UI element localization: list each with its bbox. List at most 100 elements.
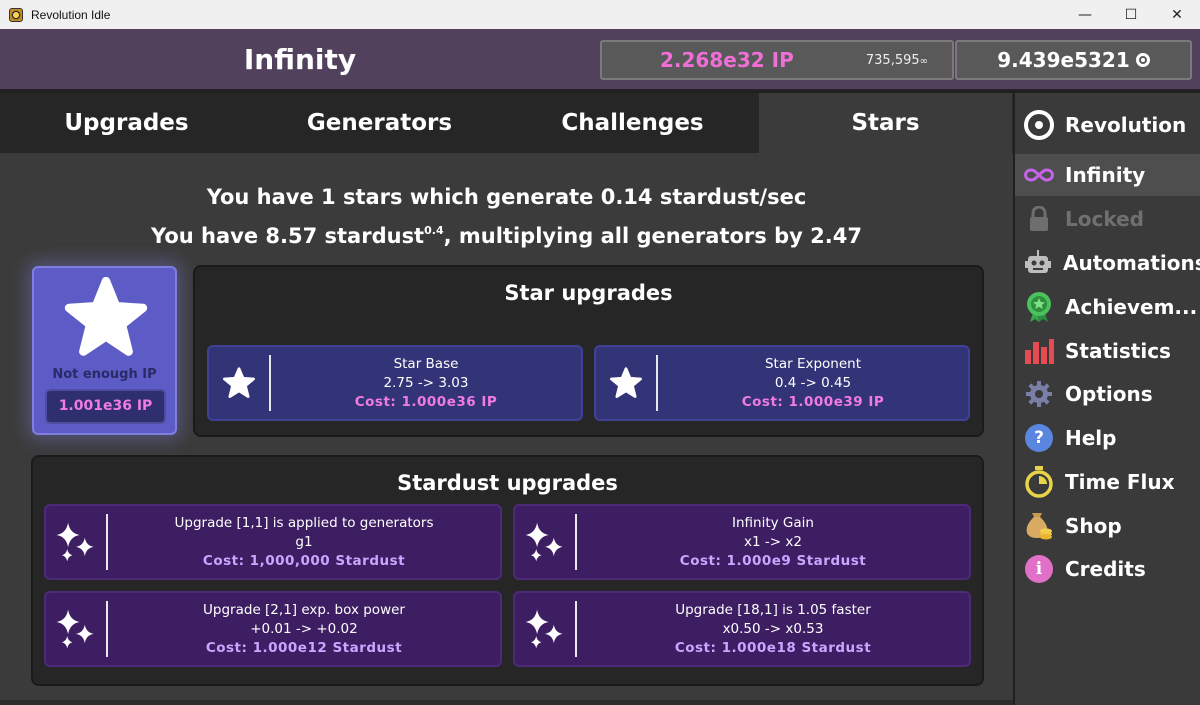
star-upgrades-panel: Star upgrades Star Base 2.75 -> 3.03 Cos… xyxy=(193,265,984,437)
upgrade-effect: 2.75 -> 3.03 xyxy=(383,374,469,391)
tab-challenges[interactable]: Challenges xyxy=(506,93,759,153)
upgrade-name: Upgrade [18,1] is 1.05 faster xyxy=(675,601,871,618)
sidebar-item-label: Time Flux xyxy=(1065,470,1175,494)
star-upgrade-card[interactable]: Star Base 2.75 -> 3.03 Cost: 1.000e36 IP xyxy=(207,345,583,421)
robot-icon xyxy=(1024,248,1052,278)
upgrade-effect: g1 xyxy=(295,533,313,550)
upgrade-name: Upgrade [2,1] exp. box power xyxy=(203,601,405,618)
upgrade-icon-box xyxy=(596,355,658,411)
sparkles-icon xyxy=(56,522,94,562)
sparkles-icon xyxy=(525,609,563,649)
sidebar-item-locked: Locked xyxy=(1015,198,1200,240)
text: , multiplying all generators by xyxy=(443,224,811,248)
sidebar-item-help[interactable]: ? Help xyxy=(1015,417,1200,459)
sidebar-item-credits[interactable]: i Credits xyxy=(1015,548,1200,590)
text: which generate xyxy=(402,185,601,209)
tab-generators[interactable]: Generators xyxy=(253,93,506,153)
stardust-summary: You have 8.57 stardust0.4, multiplying a… xyxy=(0,224,1013,248)
upgrade-icon-box xyxy=(515,601,577,657)
bottom-strip xyxy=(0,700,1013,705)
sidebar-item-label: Help xyxy=(1065,426,1117,450)
star-icon xyxy=(610,367,642,398)
sidebar-item-options[interactable]: Options xyxy=(1015,373,1200,415)
star-upgrade-card[interactable]: Star Exponent 0.4 -> 0.45 Cost: 1.000e39… xyxy=(594,345,970,421)
upgrade-effect: x0.50 -> x0.53 xyxy=(722,620,824,637)
upgrade-cost: Cost: 1.000e36 IP xyxy=(354,393,498,410)
app-icon xyxy=(9,7,23,22)
sparkles-icon xyxy=(56,609,94,649)
text: You have xyxy=(151,224,266,248)
sidebar-item-label: Options xyxy=(1065,382,1153,406)
window-titlebar: Revolution Idle — ☐ ✕ xyxy=(0,0,1200,29)
close-button[interactable]: ✕ xyxy=(1154,0,1200,29)
star-upgrades-title: Star upgrades xyxy=(504,281,673,305)
stardust-upgrade-card[interactable]: Infinity Gain x1 -> x2 Cost: 1.000e9 Sta… xyxy=(513,504,971,580)
upgrade-text: Upgrade [1,1] is applied to generators g… xyxy=(108,514,500,571)
ring-icon xyxy=(1024,110,1054,140)
stardust-upgrades-panel: Stardust upgrades Upgrade [1,1] is appli… xyxy=(31,455,984,686)
infinity-small-icon: ∞ xyxy=(919,55,928,67)
bar-chart-icon xyxy=(1024,336,1054,366)
upgrade-cost: Cost: 1.000e9 Stardust xyxy=(679,552,867,569)
stardust-upgrade-card[interactable]: Upgrade [1,1] is applied to generators g… xyxy=(44,504,502,580)
tab-stars[interactable]: Stars xyxy=(759,93,1012,153)
upgrade-text: Star Base 2.75 -> 3.03 Cost: 1.000e36 IP xyxy=(271,355,581,412)
sidebar-item-shop[interactable]: Shop xyxy=(1015,505,1200,547)
sidebar-item-label: Statistics xyxy=(1065,339,1171,363)
upgrade-cost: Cost: 1.000e12 Stardust xyxy=(205,639,403,656)
sidebar-item-label: Locked xyxy=(1065,207,1144,231)
buy-star-status: Not enough IP xyxy=(52,367,157,382)
stardust-upgrade-card[interactable]: Upgrade [2,1] exp. box power +0.01 -> +0… xyxy=(44,591,502,667)
upgrade-icon-box xyxy=(46,514,108,570)
buy-star-button[interactable]: Not enough IP 1.001e36 IP xyxy=(32,266,177,435)
sidebar-item-label: Credits xyxy=(1065,557,1146,581)
sidebar-item-infinity[interactable]: Infinity xyxy=(1015,154,1200,196)
sparkles-icon xyxy=(525,522,563,562)
gear-icon xyxy=(1024,379,1054,409)
tab-upgrades[interactable]: Upgrades xyxy=(0,93,253,153)
stardust-rate: 0.14 stardust/sec xyxy=(600,185,807,209)
upgrade-cost: Cost: 1,000,000 Stardust xyxy=(202,552,406,569)
upgrade-effect: 0.4 -> 0.45 xyxy=(774,374,852,391)
ip-rate: 735,595∞ xyxy=(866,53,928,68)
stardust-upgrade-card[interactable]: Upgrade [18,1] is 1.05 faster x0.50 -> x… xyxy=(513,591,971,667)
upgrade-name: Infinity Gain xyxy=(732,514,814,531)
maximize-button[interactable]: ☐ xyxy=(1108,0,1154,29)
upgrade-name: Star Exponent xyxy=(764,355,862,372)
window-title: Revolution Idle xyxy=(31,7,111,22)
ip-display: 2.268e32 IP 735,595∞ xyxy=(600,40,954,80)
sidebar-item-revolution[interactable]: Revolution xyxy=(1015,104,1200,146)
upgrade-cost: Cost: 1.000e39 IP xyxy=(741,393,885,410)
revolution-ring-icon xyxy=(1135,53,1150,67)
money-bag-icon xyxy=(1024,511,1054,541)
header-bar: Infinity 2.268e32 IP 735,595∞ 9.439e5321 xyxy=(0,29,1200,90)
upgrade-name: Star Base xyxy=(393,355,459,372)
stars-count: 1 stars xyxy=(321,185,403,209)
upgrade-effect: x1 -> x2 xyxy=(744,533,802,550)
minimize-button[interactable]: — xyxy=(1062,0,1108,29)
upgrade-icon-box xyxy=(209,355,271,411)
revolution-amount: 9.439e5321 xyxy=(997,48,1130,72)
sidebar-item-automations[interactable]: Automations xyxy=(1015,242,1200,284)
upgrade-cost: Cost: 1.000e18 Stardust xyxy=(674,639,872,656)
buy-star-cost: 1.001e36 IP xyxy=(45,389,166,424)
star-icon xyxy=(223,367,255,398)
stars-page: You have 1 stars which generate 0.14 sta… xyxy=(0,153,1013,705)
sidebar-item-achievements[interactable]: Achievem... xyxy=(1015,286,1200,328)
medal-icon xyxy=(1024,292,1054,322)
upgrade-effect: +0.01 -> +0.02 xyxy=(250,620,358,637)
sidebar-item-label: Achievem... xyxy=(1065,295,1198,319)
sidebar-item-statistics[interactable]: Statistics xyxy=(1015,330,1200,372)
sidebar: Revolution Infinity Locked Automations A… xyxy=(1013,93,1200,705)
sidebar-item-label: Automations xyxy=(1063,251,1200,275)
upgrade-text: Upgrade [2,1] exp. box power +0.01 -> +0… xyxy=(108,601,500,658)
upgrade-text: Star Exponent 0.4 -> 0.45 Cost: 1.000e39… xyxy=(658,355,968,412)
upgrade-name: Upgrade [1,1] is applied to generators xyxy=(174,514,434,531)
sidebar-item-label: Revolution xyxy=(1065,113,1187,137)
revolution-display: 9.439e5321 xyxy=(955,40,1192,80)
help-icon: ? xyxy=(1024,423,1054,453)
stardust-exponent: 0.4 xyxy=(424,224,444,237)
stopwatch-icon xyxy=(1024,466,1054,498)
stardust-amount: 8.57 stardust xyxy=(265,224,425,248)
sidebar-item-time-flux[interactable]: Time Flux xyxy=(1015,461,1200,503)
